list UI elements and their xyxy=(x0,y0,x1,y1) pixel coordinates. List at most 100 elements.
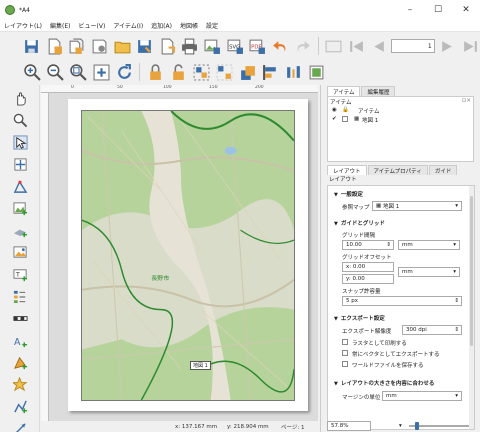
previous-feature-icon[interactable] xyxy=(369,36,389,56)
export-pdf-icon[interactable]: PDF xyxy=(248,36,268,56)
add-polyline-icon[interactable] xyxy=(11,397,29,415)
export-dpi-input[interactable]: 300 dpi ⇕ xyxy=(402,325,462,335)
resize-icon[interactable] xyxy=(306,62,326,82)
refresh-icon[interactable] xyxy=(114,62,134,82)
menu-settings[interactable]: 設定 xyxy=(206,21,218,30)
ungroup-items-icon[interactable] xyxy=(214,62,234,82)
minimize-button[interactable]: – xyxy=(396,0,424,20)
open-template-icon[interactable] xyxy=(112,36,132,56)
zoom-combo[interactable]: 57.8% xyxy=(327,421,371,431)
add-marker-icon[interactable] xyxy=(11,375,29,393)
raise-items-icon[interactable] xyxy=(237,62,257,82)
save-template-icon[interactable] xyxy=(135,36,155,56)
print-icon[interactable] xyxy=(180,36,200,56)
dock-buttons-icon[interactable]: ⊡✕ xyxy=(462,98,471,104)
grid-offset-unit-select[interactable]: mm ▾ xyxy=(398,267,460,277)
chevron-down-icon: ▾ xyxy=(453,269,456,275)
export-image-icon[interactable] xyxy=(203,36,223,56)
zoom-100-icon[interactable] xyxy=(91,62,111,82)
zoom-slider-handle[interactable] xyxy=(415,422,419,430)
item-lock-checkbox[interactable] xyxy=(342,116,348,122)
main-toolbar: SVG PDF 1 xyxy=(0,33,480,59)
tab-undo-history[interactable]: 編集履歴 xyxy=(361,86,396,96)
general-group-header[interactable]: ▼ 一般設定 xyxy=(334,190,363,198)
close-button[interactable]: ✕ xyxy=(452,0,480,20)
grid-offset-x-input[interactable]: x: 0.00 xyxy=(342,262,394,272)
chevron-down-icon: ▾ xyxy=(455,393,458,399)
undo-icon[interactable] xyxy=(271,36,291,56)
move-content-icon[interactable] xyxy=(11,155,29,173)
snap-tolerance-input[interactable]: 5 px ⇕ xyxy=(342,296,462,306)
export-group-header[interactable]: ▼ エクスポート設定 xyxy=(334,314,385,322)
layout-canvas[interactable]: 0 50 100 150 200 長野市 地図 1 xyxy=(41,85,318,421)
menu-edit[interactable]: 編集(E) xyxy=(50,21,70,30)
zoom-slider[interactable] xyxy=(409,422,469,430)
map-item[interactable]: 長野市 地図 1 xyxy=(81,110,295,401)
properties-scrollbar[interactable] xyxy=(469,186,474,429)
next-feature-icon[interactable] xyxy=(438,36,458,56)
tab-guides[interactable]: ガイド xyxy=(428,165,458,175)
add-label-icon[interactable]: T xyxy=(11,265,29,283)
menu-add[interactable]: 追加(A) xyxy=(151,21,172,30)
maximize-button[interactable]: ☐ xyxy=(424,0,452,20)
export-svg-icon[interactable]: SVG xyxy=(225,36,245,56)
save-icon[interactable] xyxy=(22,36,42,56)
add-picture-icon[interactable] xyxy=(11,243,29,261)
map-item-label[interactable]: 地図 1 xyxy=(190,361,211,370)
item-visible-checkbox[interactable]: ✔ xyxy=(332,116,337,122)
tab-items[interactable]: アイテム xyxy=(327,86,361,96)
grid-offset-y-input[interactable]: y: 0.00 xyxy=(342,274,394,284)
items-header: アイテム xyxy=(330,100,352,106)
menu-item[interactable]: アイテム(I) xyxy=(113,21,143,30)
add-map-icon[interactable] xyxy=(11,199,29,217)
duplicate-layout-icon[interactable] xyxy=(67,36,87,56)
layout-manager-icon[interactable] xyxy=(90,36,110,56)
lock-items-icon[interactable] xyxy=(145,62,165,82)
unlock-items-icon[interactable] xyxy=(168,62,188,82)
select-tool-icon[interactable] xyxy=(11,133,29,151)
first-feature-icon[interactable] xyxy=(346,36,366,56)
add-3d-map-icon[interactable] xyxy=(11,221,29,239)
item-row-name[interactable]: 地図 1 xyxy=(362,116,378,124)
always-vector-checkbox[interactable] xyxy=(342,350,348,356)
edit-nodes-icon[interactable] xyxy=(11,177,29,195)
redo-icon[interactable] xyxy=(293,36,313,56)
zoom-dropdown-icon[interactable]: ▾ xyxy=(399,423,402,429)
guides-group-header[interactable]: ▼ ガイドとグリッド xyxy=(334,219,385,227)
add-shape-icon[interactable] xyxy=(11,353,29,371)
add-scalebar-icon[interactable] xyxy=(11,309,29,327)
layout-page: 長野市 地図 1 xyxy=(68,99,308,411)
tab-layout[interactable]: レイアウト xyxy=(327,165,367,175)
print-as-raster-checkbox[interactable] xyxy=(342,339,348,345)
menu-layout[interactable]: レイアウト(L) xyxy=(4,21,42,30)
world-file-checkbox[interactable] xyxy=(342,361,348,367)
grid-spacing-unit-select[interactable]: mm ▾ xyxy=(398,240,460,250)
atlas-toggle-icon[interactable] xyxy=(324,36,344,56)
grid-spacing-input[interactable]: 10.00 ⇕ xyxy=(342,240,394,250)
add-legend-icon[interactable] xyxy=(11,287,29,305)
add-north-arrow-icon[interactable]: A xyxy=(11,331,29,349)
ref-map-select[interactable]: ▦ 地図 1 ▾ xyxy=(372,201,462,211)
grid-spacing-label: グリッド間隔 xyxy=(342,233,376,239)
grid-offset-y: y: 0.00 xyxy=(346,276,365,282)
menu-view[interactable]: ビュー(V) xyxy=(79,21,106,30)
distribute-icon[interactable] xyxy=(283,62,303,82)
ruler-tick: 200 xyxy=(255,85,264,90)
new-layout-icon[interactable] xyxy=(45,36,65,56)
last-feature-icon[interactable] xyxy=(460,36,480,56)
align-left-icon[interactable] xyxy=(260,62,280,82)
tab-item-properties[interactable]: アイテムプロパティ xyxy=(367,165,428,175)
scrollbar-thumb[interactable] xyxy=(470,196,473,346)
zoom-full-icon[interactable] xyxy=(68,62,88,82)
zoom-out-icon[interactable] xyxy=(45,62,65,82)
resize-group-header[interactable]: ▼ レイアウトの大きさを内容に合わせる xyxy=(334,379,434,387)
atlas-page-input[interactable]: 1 xyxy=(391,39,435,53)
zoom-in-icon[interactable] xyxy=(22,62,42,82)
group-items-icon[interactable] xyxy=(191,62,211,82)
zoom-tool-icon[interactable] xyxy=(11,111,29,129)
page-setup-icon[interactable] xyxy=(158,36,178,56)
add-arrow-icon[interactable] xyxy=(11,419,29,432)
pan-icon[interactable] xyxy=(11,89,29,107)
menu-atlas[interactable]: 地図帳 xyxy=(180,21,198,30)
margin-unit-select[interactable]: mm ▾ xyxy=(382,391,462,401)
